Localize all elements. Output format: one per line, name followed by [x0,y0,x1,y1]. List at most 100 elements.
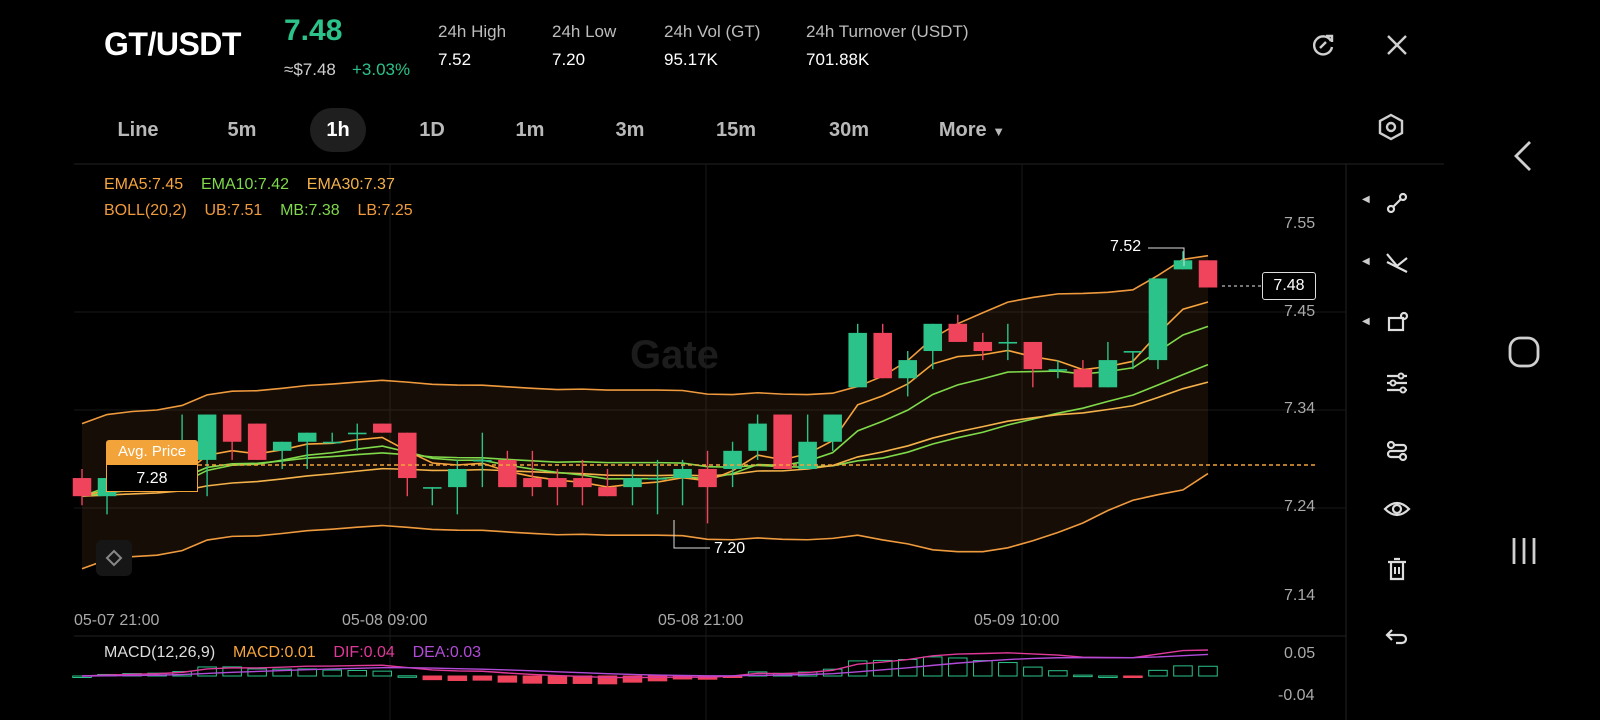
candle-body[interactable] [648,478,667,480]
candle-body[interactable] [1148,278,1168,361]
boll-band-fill [82,255,1208,569]
recents-icon[interactable] [1508,534,1540,573]
route-icon[interactable] [1380,186,1414,220]
y-tick: 7.34 [1284,400,1316,417]
macd-bar [1048,670,1068,677]
y-tick: 7.24 [1284,498,1316,515]
boll-mb: MB:7.38 [280,202,340,219]
sliders-icon[interactable] [1380,366,1414,400]
candle-body[interactable] [548,478,567,488]
candle-body[interactable] [748,423,767,451]
macd-bar [1023,666,1043,677]
high-marker: 7.52 [1110,238,1142,255]
macd-bar [447,675,468,681]
boll-ub: UB:7.51 [204,202,263,219]
caret-left-icon: ◀ [1362,194,1370,205]
macd-bar [397,675,418,678]
candle-body[interactable] [1098,360,1118,388]
candle-body[interactable] [948,323,968,342]
macd-bar [1173,665,1193,677]
x-tick: 05-09 10:00 [974,612,1060,629]
candle-body[interactable] [423,487,442,489]
candle-body[interactable] [873,332,892,379]
candle-body[interactable] [1198,260,1218,288]
shape-icon[interactable] [1380,306,1414,340]
candle-body[interactable] [1073,369,1093,388]
candle-body[interactable] [1048,369,1068,371]
ema30-value: EMA30:7.37 [306,176,395,193]
macd-legend: MACD(12,26,9) MACD:0.01 DIF:0.04 DEA:0.0… [104,644,481,662]
macd-tick: 0.05 [1284,645,1316,662]
candle-body[interactable] [297,432,317,442]
candle-body[interactable] [247,423,267,460]
expand-icon[interactable] [96,540,132,576]
candle-body[interactable] [222,414,242,442]
macd-bar [497,675,518,683]
macd-name: MACD(12,26,9) [104,644,216,661]
candle-body[interactable] [823,414,842,442]
strategy-icon[interactable] [1380,434,1414,468]
candle-body[interactable] [272,441,292,451]
candle-body[interactable] [398,432,417,479]
y-tick: 7.55 [1284,215,1316,232]
candle-body[interactable] [448,468,467,488]
macd-bar [247,668,267,677]
last-price-tag: 7.48 [1262,272,1316,300]
candle-body[interactable] [523,478,542,488]
candle-body[interactable] [998,341,1018,344]
candle-body[interactable] [373,423,392,433]
crossing-lines-icon[interactable] [1380,246,1414,280]
x-tick: 05-08 09:00 [342,612,428,629]
macd-bar [1073,674,1093,678]
watermark: Gate [630,333,719,377]
dif-value: DIF:0.04 [333,644,395,661]
candle-body[interactable] [322,441,342,444]
candle-body[interactable] [623,478,642,488]
macd-value: MACD:0.01 [232,644,316,661]
eye-icon[interactable] [1380,492,1414,526]
candle-body[interactable] [573,478,592,488]
candle-body[interactable] [1123,351,1143,353]
candle-body[interactable] [197,414,217,460]
candlestick-chart[interactable]: Gate [0,0,1600,720]
ema10-value: EMA10:7.42 [200,176,289,193]
macd-bar [547,675,568,685]
macd-bar [1198,665,1218,677]
macd-bar [472,675,493,681]
candle-body[interactable] [1023,341,1043,370]
y-tick: 7.14 [1284,587,1316,604]
candle-body[interactable] [923,323,943,352]
trash-icon[interactable] [1380,552,1414,586]
back-icon[interactable] [1510,138,1538,179]
candle-body[interactable] [347,432,367,435]
candle-body[interactable] [673,468,692,479]
undo-icon[interactable] [1380,620,1414,654]
ema5-value: EMA5:7.45 [104,176,184,193]
candle-body[interactable] [698,468,717,488]
candle-body[interactable] [498,459,517,488]
boll-label: BOLL(20,2) [104,202,187,219]
avg-price-tag[interactable]: Avg. Price 7.28 [106,440,198,494]
candle-body[interactable] [72,478,92,497]
candle-body[interactable] [898,360,917,379]
candle-body[interactable] [1173,260,1193,270]
home-icon[interactable] [1506,334,1542,375]
macd-tick: -0.04 [1278,687,1315,704]
candle-body[interactable] [773,414,792,469]
macd-bar [422,675,443,681]
ema-legend: EMA5:7.45 EMA10:7.42 EMA30:7.37 [104,176,395,194]
macd-bar [973,660,993,677]
boll-legend: BOLL(20,2) UB:7.51 MB:7.38 LB:7.25 [104,202,413,220]
avg-price-value: 7.28 [106,464,198,492]
macd-bar [322,669,342,677]
candle-body[interactable] [723,450,742,469]
caret-left-icon: ◀ [1362,256,1370,267]
macd-bar [948,657,968,677]
candle-body[interactable] [848,332,867,388]
candle-body[interactable] [973,341,993,352]
macd-bar [998,662,1018,677]
macd-bar [1148,669,1168,677]
candle-body[interactable] [598,487,617,497]
candle-body[interactable] [473,459,492,462]
macd-bar [1123,675,1143,678]
